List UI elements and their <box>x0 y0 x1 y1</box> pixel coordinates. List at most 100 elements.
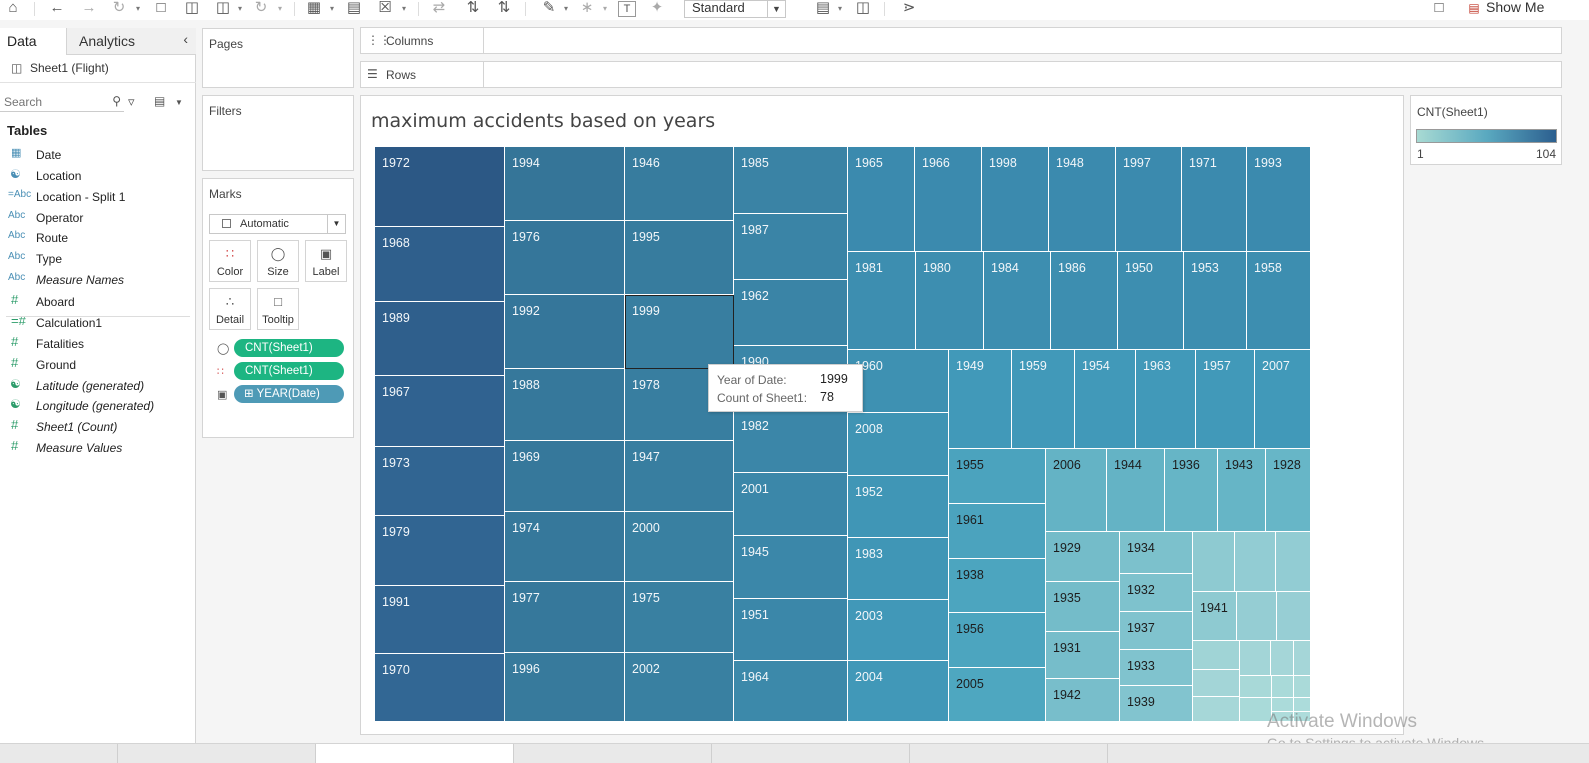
treemap-cell[interactable]: 2006 <box>1046 449 1107 532</box>
treemap-cell[interactable]: 1960 <box>848 350 949 413</box>
size-pill[interactable]: CNT(Sheet1) <box>234 339 344 357</box>
share-icon[interactable]: ⋗ <box>900 0 918 18</box>
treemap-cell[interactable]: 1977 <box>505 582 625 653</box>
size-button[interactable]: ◯ Size <box>257 240 299 282</box>
treemap-cell[interactable]: 1941 <box>1193 592 1237 641</box>
treemap-cell[interactable]: 1980 <box>916 252 984 350</box>
treemap-cell[interactable]: 1997 <box>1116 147 1182 252</box>
field-item[interactable]: =Abc Location - Split 1 <box>0 187 196 207</box>
highlight-caret-icon[interactable]: ▾ <box>564 4 572 14</box>
sheet-tab[interactable] <box>712 744 910 763</box>
show-me-icon[interactable]: ▤ <box>1465 0 1483 18</box>
treemap-cell[interactable] <box>1294 676 1311 698</box>
treemap-cell[interactable]: 1991 <box>375 586 505 654</box>
treemap-cell[interactable] <box>1294 698 1311 712</box>
treemap-cell[interactable]: 1961 <box>949 504 1046 559</box>
treemap-cell[interactable]: 1956 <box>949 613 1046 668</box>
highlight-icon[interactable]: ✎ <box>540 0 558 18</box>
treemap-cell[interactable]: 1981 <box>848 252 916 350</box>
detail-button[interactable]: ∴ Detail <box>209 288 251 330</box>
treemap-cell[interactable]: 1994 <box>505 147 625 221</box>
treemap-cell[interactable]: 1968 <box>375 227 505 302</box>
treemap-cell[interactable]: 1939 <box>1120 686 1193 722</box>
chevron-down-icon[interactable]: ▼ <box>767 1 785 17</box>
treemap-cell[interactable]: 1946 <box>625 147 734 221</box>
label-pill[interactable]: ⊞ YEAR(Date) <box>234 385 344 403</box>
field-item[interactable]: # Ground <box>0 355 196 375</box>
treemap-cell[interactable]: 1934 <box>1120 532 1193 574</box>
treemap-cell[interactable]: 1958 <box>1247 252 1311 350</box>
treemap-cell[interactable]: 2008 <box>848 413 949 476</box>
columns-shelf[interactable]: ⋮⋮ Columns <box>360 27 1562 54</box>
treemap-cell[interactable]: 1998 <box>982 147 1049 252</box>
treemap-cell[interactable]: 2005 <box>949 668 1046 722</box>
presentation-mode-icon[interactable]: ◫ <box>854 0 872 18</box>
show-cards-icon[interactable]: ▤ <box>814 0 832 18</box>
fix-axes-icon[interactable]: ✦ <box>648 0 666 18</box>
tooltip-icon[interactable]: □ <box>1430 0 1448 18</box>
treemap-cell[interactable]: 1983 <box>848 538 949 600</box>
treemap-cell[interactable]: 1986 <box>1051 252 1118 350</box>
treemap-cell[interactable]: 1995 <box>625 221 734 295</box>
treemap-cell[interactable]: 2004 <box>848 661 949 722</box>
field-item[interactable]: Abc Operator <box>0 208 196 228</box>
treemap-cell[interactable]: 1976 <box>505 221 625 295</box>
marks-pill-row[interactable]: ▣ ⊞ YEAR(Date) <box>217 385 347 405</box>
treemap-cell[interactable]: 1943 <box>1218 449 1266 532</box>
show-me-button[interactable]: Show Me <box>1486 0 1544 15</box>
treemap-cell[interactable]: 1957 <box>1196 350 1255 449</box>
treemap-cell[interactable]: 1937 <box>1120 612 1193 650</box>
datasource-item[interactable]: ◫ Sheet1 (Flight) <box>0 55 196 83</box>
treemap-cell[interactable]: 1969 <box>505 441 625 512</box>
rows-shelf[interactable]: ☰ Rows <box>360 61 1562 88</box>
treemap-cell[interactable]: 1959 <box>1012 350 1075 449</box>
filters-card[interactable]: Filters <box>202 95 354 171</box>
treemap-cell[interactable]: 1964 <box>734 661 848 722</box>
treemap-cell[interactable]: 1996 <box>505 653 625 722</box>
field-item[interactable]: # Fatalities <box>0 334 196 354</box>
field-item[interactable]: Abc Route <box>0 228 196 248</box>
treemap-cell[interactable]: 1945 <box>734 536 848 599</box>
treemap-cell[interactable] <box>1193 641 1240 670</box>
treemap-cell[interactable]: 1972 <box>375 147 505 227</box>
sort-descending-icon[interactable]: ⇅ <box>495 0 513 18</box>
field-item[interactable]: ▦ Date <box>0 145 196 165</box>
sheet-tab[interactable] <box>514 744 712 763</box>
treemap-cell[interactable]: 1971 <box>1182 147 1247 252</box>
treemap-cell[interactable] <box>1277 592 1311 641</box>
treemap-cell[interactable]: 2007 <box>1255 350 1311 449</box>
refresh-icon[interactable]: ↻ <box>252 0 270 18</box>
treemap-cell[interactable]: 1954 <box>1075 350 1136 449</box>
color-legend[interactable]: CNT(Sheet1) 1 104 <box>1410 95 1562 165</box>
treemap-cell[interactable] <box>1193 697 1240 722</box>
search-input[interactable] <box>4 94 104 110</box>
new-worksheet-icon[interactable]: ▦ <box>305 0 323 18</box>
group-icon[interactable]: ∗ <box>578 0 596 18</box>
treemap-cell[interactable]: 1949 <box>949 350 1012 449</box>
show-labels-icon[interactable]: T <box>618 1 636 17</box>
treemap-cell[interactable]: 1947 <box>625 441 734 512</box>
treemap-cell[interactable]: 1952 <box>848 476 949 538</box>
treemap-cell[interactable]: 1935 <box>1046 582 1120 632</box>
new-worksheet-caret-icon[interactable]: ▾ <box>330 4 338 14</box>
treemap-cell[interactable]: 1955 <box>949 449 1046 504</box>
treemap-cell[interactable] <box>1240 641 1271 676</box>
chevron-down-icon[interactable]: ▼ <box>327 215 345 233</box>
sheet-tab[interactable] <box>118 744 316 763</box>
pause-updates-icon[interactable]: ◫ <box>214 0 232 18</box>
treemap-cell[interactable]: 1988 <box>505 369 625 441</box>
marks-pill-row[interactable]: ◯ CNT(Sheet1) <box>217 339 347 359</box>
treemap-cell[interactable]: 2000 <box>625 512 734 582</box>
treemap-cell[interactable]: 2001 <box>734 473 848 536</box>
treemap-cell[interactable]: 1963 <box>1136 350 1196 449</box>
save-icon[interactable]: □ <box>152 0 170 18</box>
treemap-cell[interactable]: 1929 <box>1046 532 1120 582</box>
field-item[interactable]: ☯ Longitude (generated) <box>0 396 196 416</box>
tab-data[interactable]: Data <box>0 28 66 55</box>
search-box[interactable]: ⚲ <box>0 92 124 112</box>
treemap-cell[interactable] <box>1276 532 1311 592</box>
view-list-icon[interactable]: ▤ <box>154 94 165 108</box>
fit-select[interactable]: Standard ▼ <box>684 0 786 18</box>
treemap-cell[interactable] <box>1272 698 1294 712</box>
treemap-cell[interactable]: 1948 <box>1049 147 1116 252</box>
